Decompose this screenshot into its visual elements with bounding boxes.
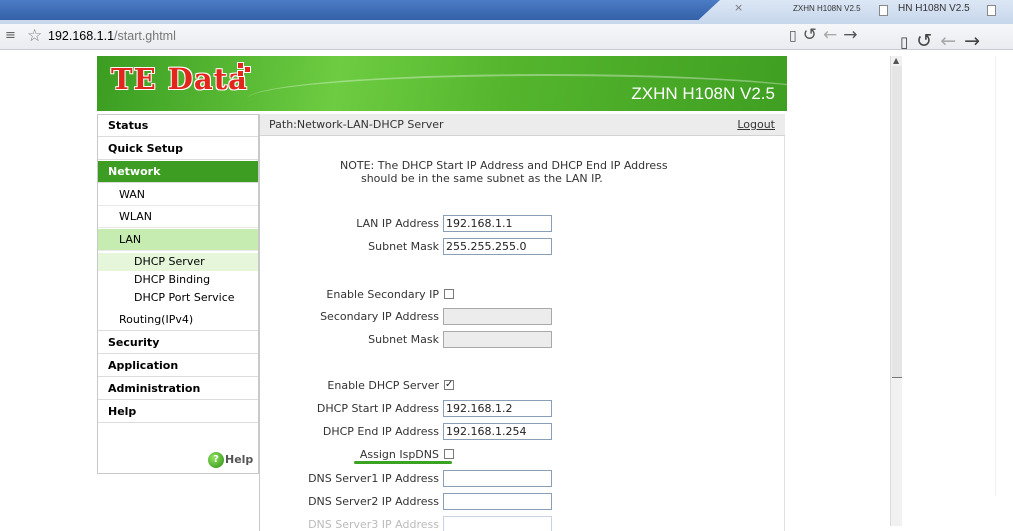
enable-dhcp-row: Enable DHCP Server ✓ — [260, 377, 786, 395]
url-field[interactable]: 192.168.1.1/start.ghtml — [48, 29, 176, 43]
sidebar-item-dhcp-binding[interactable]: DHCP Binding — [98, 271, 258, 289]
logo-te: TE — [111, 62, 157, 96]
reload-icon[interactable]: ↺ — [803, 25, 817, 45]
dhcp-start-input[interactable]: 192.168.1.2 — [443, 400, 552, 417]
sidebar-item-quick-setup[interactable]: Quick Setup — [98, 138, 258, 160]
secondary-subnet-label: Subnet Mask — [368, 333, 439, 346]
back-icon[interactable]: ← — [823, 25, 837, 45]
scroll-up-icon[interactable]: ▲ — [893, 56, 899, 65]
dns2-input[interactable] — [443, 493, 552, 510]
enable-dhcp-checkbox[interactable]: ✓ — [444, 380, 454, 390]
tab-title-duplicate[interactable]: HN H108N V2.5 — [898, 3, 970, 14]
highlight-underline — [354, 461, 452, 464]
toolbar: ▯ ↺ ← → — [789, 25, 863, 45]
dns2-row: DNS Server2 IP Address — [260, 493, 786, 511]
secondary-subnet-input[interactable] — [443, 331, 552, 348]
url-host: 192.168.1.1 — [48, 29, 115, 43]
dhcp-start-row: DHCP Start IP Address 192.168.1.2 — [260, 400, 786, 418]
sidebar-nav: Status Quick Setup Network WAN WLAN LAN … — [97, 114, 259, 474]
lan-ip-input[interactable]: 192.168.1.1 — [443, 215, 552, 232]
help-link[interactable]: ? Help — [208, 452, 253, 468]
star-icon[interactable]: ☆ — [27, 26, 42, 46]
help-link-label: Help — [225, 453, 254, 466]
sidebar-item-help[interactable]: Help — [98, 401, 258, 423]
sidebar-item-routing-ipv4[interactable]: Routing(IPv4) — [98, 309, 258, 331]
menu-icon[interactable]: ≡ — [5, 28, 16, 43]
toolbar-duplicate: ▯ ↺ ← → — [900, 30, 988, 52]
secondary-ip-row: Secondary IP Address — [260, 308, 786, 326]
forward-icon[interactable]: → — [843, 25, 857, 45]
page-icon[interactable]: ▯ — [900, 33, 908, 51]
reload-icon[interactable]: ↺ — [916, 30, 932, 52]
secondary-ip-input[interactable] — [443, 308, 552, 325]
enable-secondary-ip-row: Enable Secondary IP — [260, 286, 786, 304]
dns2-label: DNS Server2 IP Address — [308, 495, 439, 508]
sidebar-item-wan[interactable]: WAN — [98, 184, 258, 206]
dns1-row: DNS Server1 IP Address — [260, 470, 786, 488]
dhcp-end-label: DHCP End IP Address — [322, 425, 439, 438]
logout-link[interactable]: Logout — [737, 114, 775, 136]
dns1-label: DNS Server1 IP Address — [308, 472, 439, 485]
logo-squares-icon — [229, 62, 253, 78]
breadcrumb-path: Path:Network-LAN-DHCP Server — [269, 118, 444, 131]
sidebar-item-lan[interactable]: LAN — [98, 229, 258, 251]
sidebar-item-security[interactable]: Security — [98, 332, 258, 354]
page-icon[interactable]: ▯ — [789, 28, 797, 44]
page-scrollbar[interactable]: ▲ — [890, 56, 902, 526]
enable-secondary-ip-label: Enable Secondary IP — [326, 288, 439, 301]
sidebar-item-administration[interactable]: Administration — [98, 378, 258, 400]
secondary-subnet-row: Subnet Mask — [260, 331, 786, 349]
tab-title[interactable]: ZXHN H108N V2.5 — [793, 4, 861, 13]
lan-ip-label: LAN IP Address — [356, 217, 439, 230]
subnet-mask-label: Subnet Mask — [368, 240, 439, 253]
dns1-input[interactable] — [443, 470, 552, 487]
dns3-row: DNS Server3 IP Address — [260, 516, 786, 531]
main-content: Path:Network-LAN-DHCP Server Logout NOTE… — [259, 114, 785, 531]
assign-isp-dns-row: Assign IspDNS — [260, 446, 786, 464]
forward-icon[interactable]: → — [964, 30, 980, 52]
assign-isp-dns-label: Assign IspDNS — [359, 448, 439, 461]
back-icon[interactable]: ← — [940, 30, 956, 52]
te-data-logo: TE Data — [111, 62, 251, 102]
header-banner: TE Data ZXHN H108N V2.5 — [97, 56, 787, 111]
dhcp-start-label: DHCP Start IP Address — [316, 402, 439, 415]
scrollbar-thumb[interactable] — [892, 66, 902, 378]
subnet-mask-input[interactable]: 255.255.255.0 — [443, 238, 552, 255]
dhcp-end-row: DHCP End IP Address 192.168.1.254 — [260, 423, 786, 441]
assign-isp-dns-checkbox[interactable] — [444, 449, 454, 459]
window-titlebar: × ZXHN H108N V2.5 HN H108N V2.5 — [0, 0, 1013, 24]
dhcp-note: NOTE: The DHCP Start IP Address and DHCP… — [340, 159, 668, 185]
sidebar-item-application[interactable]: Application — [98, 355, 258, 377]
secondary-ip-label: Secondary IP Address — [320, 310, 439, 323]
dns3-label: DNS Server3 IP Address — [308, 518, 439, 531]
dhcp-end-input[interactable]: 192.168.1.254 — [443, 423, 552, 440]
page-icon — [987, 5, 996, 16]
sidebar-item-wlan[interactable]: WLAN — [98, 206, 258, 228]
tab-strip — [0, 0, 720, 20]
enable-secondary-ip-checkbox[interactable] — [444, 289, 454, 299]
page-icon — [879, 5, 888, 16]
sidebar-item-network[interactable]: Network — [98, 161, 258, 183]
sidebar-item-dhcp-port-service[interactable]: DHCP Port Service — [98, 289, 258, 307]
adjacent-window-edge — [995, 56, 1013, 496]
lan-ip-row: LAN IP Address 192.168.1.1 — [260, 215, 786, 233]
close-tab-icon[interactable]: × — [734, 1, 743, 14]
device-model: ZXHN H108N V2.5 — [631, 84, 775, 103]
enable-dhcp-label: Enable DHCP Server — [327, 379, 439, 392]
sidebar-item-status[interactable]: Status — [98, 115, 258, 137]
subnet-mask-row: Subnet Mask 255.255.255.0 — [260, 238, 786, 256]
address-bar: ≡ ☆ 192.168.1.1/start.ghtml ▯ ↺ ← → — [0, 24, 1013, 50]
help-icon: ? — [208, 452, 224, 468]
sidebar-item-dhcp-server[interactable]: DHCP Server — [98, 253, 258, 271]
breadcrumb: Path:Network-LAN-DHCP Server Logout — [260, 114, 785, 136]
url-path: /start.ghtml — [114, 29, 176, 43]
dns3-input[interactable] — [443, 516, 552, 531]
